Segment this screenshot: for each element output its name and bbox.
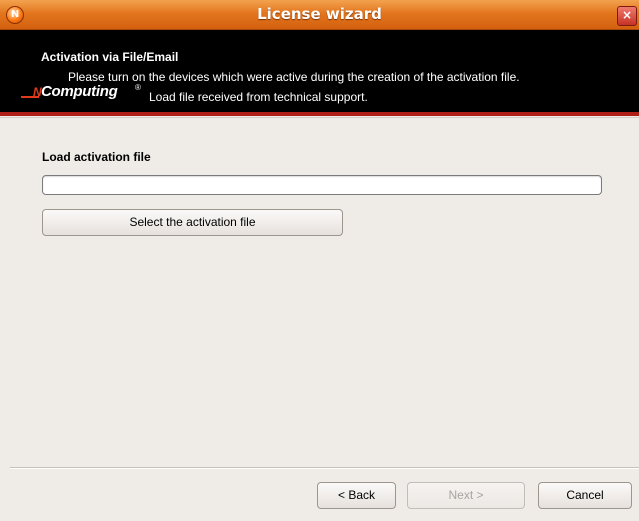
banner-instruction-1: Please turn on the devices which were ac…: [68, 70, 520, 84]
select-activation-file-button[interactable]: Select the activation file: [42, 209, 343, 236]
title-bar[interactable]: N License wizard ×: [0, 0, 639, 30]
load-activation-file-label: Load activation file: [42, 150, 151, 164]
close-icon[interactable]: ×: [617, 6, 637, 26]
window-title: License wizard: [257, 5, 382, 23]
banner-instruction-2: Load file received from technical suppor…: [149, 90, 368, 104]
banner-separator: [0, 117, 639, 118]
wizard-header-banner: Activation via File/Email Please turn on…: [0, 30, 639, 116]
activation-file-path-input[interactable]: [42, 175, 602, 195]
footer-divider: [10, 467, 639, 468]
banner-heading: Activation via File/Email: [41, 50, 179, 64]
ncomputing-logo: N Computing ®: [21, 83, 147, 105]
logo-registered-mark: ®: [135, 83, 141, 92]
back-button[interactable]: < Back: [317, 482, 396, 509]
next-button[interactable]: Next >: [407, 482, 525, 509]
cancel-button[interactable]: Cancel: [538, 482, 632, 509]
logo-wordmark: Computing: [41, 83, 118, 100]
